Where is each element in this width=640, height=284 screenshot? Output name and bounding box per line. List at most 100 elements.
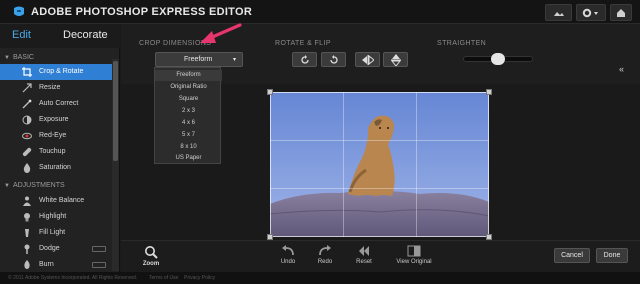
sidebar-item-label: Exposure (39, 116, 69, 123)
privacy-link[interactable]: Privacy Policy (184, 275, 215, 281)
collapse-triangle-icon: ▼ (4, 55, 10, 61)
sidebar-item-label: Auto Correct (39, 100, 79, 107)
rotate-flip-label: ROTATE & FLIP (275, 40, 331, 47)
rotate-left-icon (300, 54, 309, 64)
copyright-text: © 2011 Adobe Systems Incorporated. All R… (8, 275, 138, 281)
flip-vertical-button[interactable] (383, 52, 408, 67)
straighten-slider[interactable] (463, 53, 533, 65)
redo-icon (319, 245, 331, 256)
rotate-right-icon (329, 54, 338, 64)
crop-handle-top-left[interactable] (267, 89, 273, 95)
sidebar-item-resize[interactable]: Resize (0, 80, 112, 96)
sidebar-item-saturation[interactable]: Saturation (0, 160, 112, 176)
gear-icon (582, 8, 598, 17)
app-title: ADOBE PHOTOSHOP EXPRESS EDITOR (31, 6, 253, 18)
crop-grid-line (343, 92, 344, 237)
burn-icon (24, 260, 30, 269)
crop-grid-line (270, 140, 489, 141)
crop-grid-line (416, 92, 417, 237)
sidebar-item-red-eye[interactable]: Red-Eye (0, 128, 112, 144)
view-original-label: View Original (396, 259, 432, 265)
crop-dimensions-value: Freeform (184, 56, 213, 63)
flip-vertical-icon (390, 53, 401, 66)
burn-toggle[interactable] (92, 262, 106, 268)
sidebar-item-exposure[interactable]: Exposure (0, 112, 112, 128)
settings-button[interactable] (576, 4, 606, 21)
resize-icon (22, 83, 32, 93)
undo-icon (282, 245, 294, 256)
rotate-left-button[interactable] (292, 52, 317, 67)
crop-option-square[interactable]: Square (155, 94, 222, 105)
sidebar-item-label: Fill Light (39, 229, 66, 236)
bandage-icon (22, 147, 32, 157)
sidebar-item-label: Crop & Rotate (39, 68, 84, 75)
sidebar-item-touchup[interactable]: Touchup (0, 144, 112, 160)
done-button[interactable]: Done (596, 248, 628, 263)
crop-option-2x3[interactable]: 2 x 3 (155, 106, 222, 117)
reset-button[interactable]: Reset (344, 245, 384, 271)
zoom-button[interactable]: Zoom (131, 245, 171, 271)
reset-icon (359, 246, 369, 256)
bottom-bar: Zoom Undo Redo Reset View Original Cance… (121, 240, 640, 272)
help-button[interactable] (610, 4, 632, 21)
sidebar-item-white-balance[interactable]: White Balance (0, 193, 112, 209)
crop-handle-top-right[interactable] (486, 89, 492, 95)
flip-horizontal-button[interactable] (355, 52, 380, 67)
section-adjustments-title: ADJUSTMENTS (12, 182, 65, 189)
crop-option-5x7[interactable]: 5 x 7 (155, 130, 222, 141)
crop-option-freeform[interactable]: Freeform (155, 70, 222, 81)
tab-edit[interactable]: Edit (12, 29, 31, 41)
crop-option-us-paper[interactable]: US Paper (155, 153, 222, 164)
crop-dimensions-select[interactable]: Freeform ▾ (155, 52, 243, 67)
sidebar-item-label: Touchup (39, 148, 66, 155)
dodge-icon (24, 244, 30, 254)
title-bar: ADOBE PHOTOSHOP EXPRESS EDITOR (0, 0, 640, 24)
annotation-arrow-icon (200, 23, 242, 43)
flip-horizontal-icon (361, 54, 374, 65)
wand-icon (22, 99, 32, 109)
sidebar-item-label: Burn (39, 261, 54, 268)
crop-frame[interactable] (270, 92, 489, 237)
sidebar-item-highlight[interactable]: Highlight (0, 209, 112, 225)
crop-option-8x10[interactable]: 8 x 10 (155, 142, 222, 153)
sidebar-item-fill-light[interactable]: Fill Light (0, 225, 112, 241)
crop-dimensions-dropdown: Freeform Original Ratio Square 2 x 3 4 x… (154, 67, 222, 164)
undo-label: Undo (280, 259, 296, 265)
sidebar-scrollbar[interactable] (112, 59, 119, 271)
sidebar-item-label: Resize (39, 84, 61, 91)
crop-grid-line (270, 188, 489, 189)
zoom-label: Zoom (142, 261, 160, 267)
drop-icon (23, 163, 31, 173)
reset-label: Reset (356, 259, 372, 265)
cancel-button[interactable]: Cancel (554, 248, 590, 263)
straighten-slider-thumb[interactable] (491, 53, 505, 65)
help-icon (617, 8, 625, 17)
crop-icon (22, 67, 32, 77)
dodge-toggle[interactable] (92, 246, 106, 252)
person-icon (23, 196, 31, 206)
tab-decorate[interactable]: Decorate (63, 29, 108, 41)
sidebar-item-label: Highlight (39, 213, 67, 220)
scrollbar-thumb[interactable] (113, 61, 118, 161)
sidebar-item-label: White Balance (39, 197, 85, 204)
terms-link[interactable]: Terms of Use (149, 275, 178, 281)
sidebar-item-label: Dodge (39, 245, 60, 252)
redo-label: Redo (317, 259, 333, 265)
footer: © 2011 Adobe Systems Incorporated. All R… (0, 272, 640, 284)
crop-option-original-ratio[interactable]: Original Ratio (155, 82, 222, 93)
upload-button[interactable] (545, 4, 572, 21)
undo-button[interactable]: Undo (268, 245, 308, 271)
collapse-triangle-icon: ▼ (4, 183, 10, 189)
rotate-right-button[interactable] (321, 52, 346, 67)
sidebar: Edit Decorate ▼ BASIC Crop & Rotate Resiz… (0, 24, 120, 272)
sidebar-item-crop-rotate[interactable]: Crop & Rotate (0, 64, 112, 80)
magnifier-icon (145, 246, 158, 259)
chevron-down-icon: ▾ (232, 57, 236, 63)
sidebar-item-dodge[interactable]: Dodge (0, 241, 112, 257)
redo-button[interactable]: Redo (305, 245, 345, 271)
crop-option-4x6[interactable]: 4 x 6 (155, 118, 222, 129)
collapse-panel-icon[interactable]: « (619, 64, 624, 74)
view-original-button[interactable]: View Original (388, 245, 440, 271)
sidebar-item-burn[interactable]: Burn (0, 257, 112, 273)
sidebar-item-auto-correct[interactable]: Auto Correct (0, 96, 112, 112)
